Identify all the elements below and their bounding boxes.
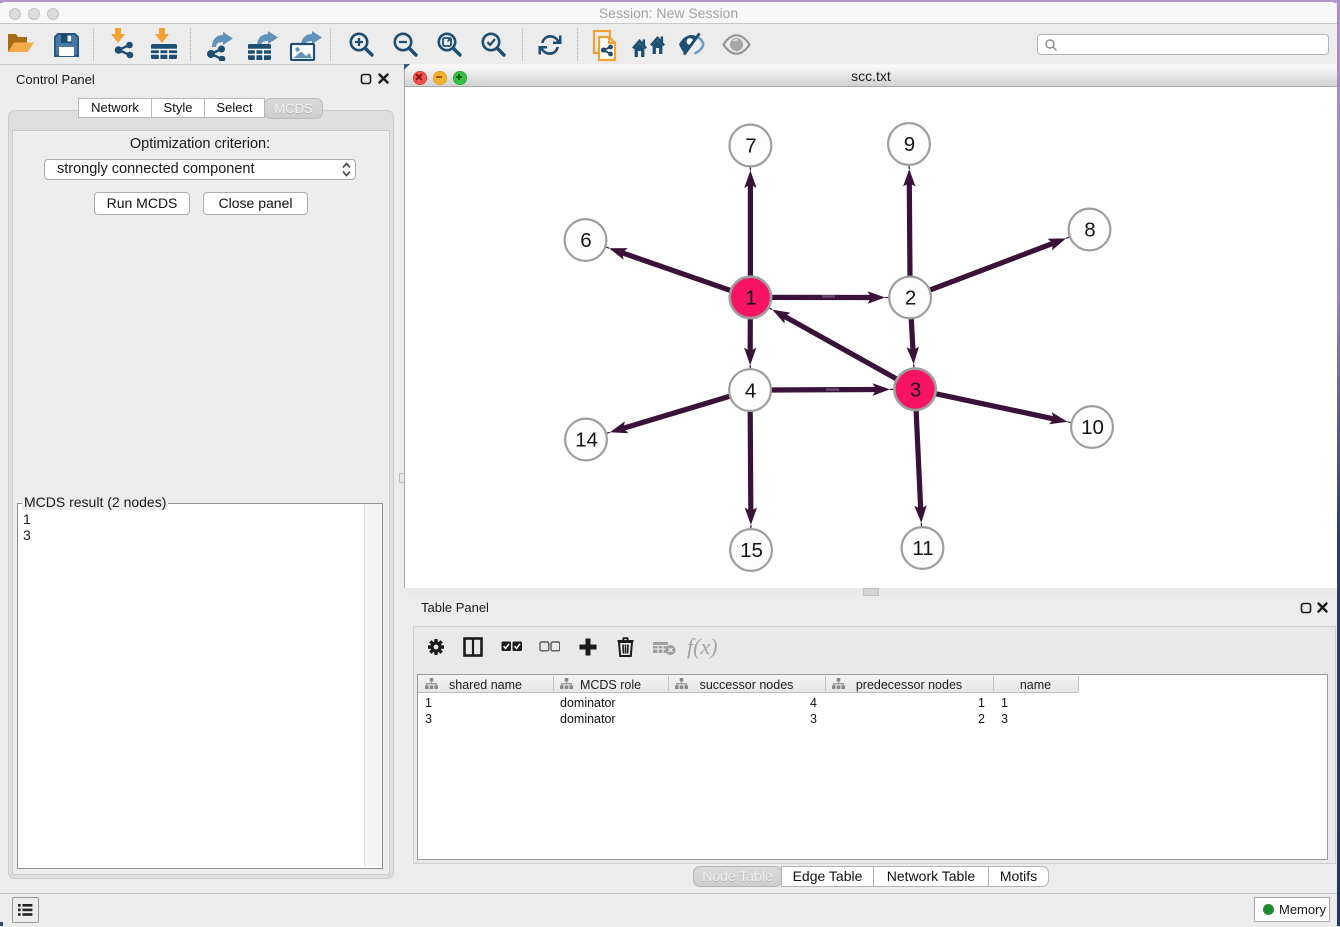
svg-text:7: 7 bbox=[745, 135, 756, 158]
svg-text:15: 15 bbox=[740, 539, 763, 562]
svg-text:8: 8 bbox=[1084, 219, 1095, 242]
svg-text:11: 11 bbox=[912, 537, 933, 560]
svg-text:4: 4 bbox=[745, 379, 756, 402]
svg-text:14: 14 bbox=[575, 429, 598, 452]
svg-text:2: 2 bbox=[905, 287, 916, 310]
svg-text:1: 1 bbox=[745, 287, 756, 310]
svg-text:9: 9 bbox=[904, 133, 915, 156]
svg-text:3: 3 bbox=[910, 379, 921, 402]
svg-text:10: 10 bbox=[1081, 416, 1104, 439]
svg-text:6: 6 bbox=[580, 229, 591, 252]
